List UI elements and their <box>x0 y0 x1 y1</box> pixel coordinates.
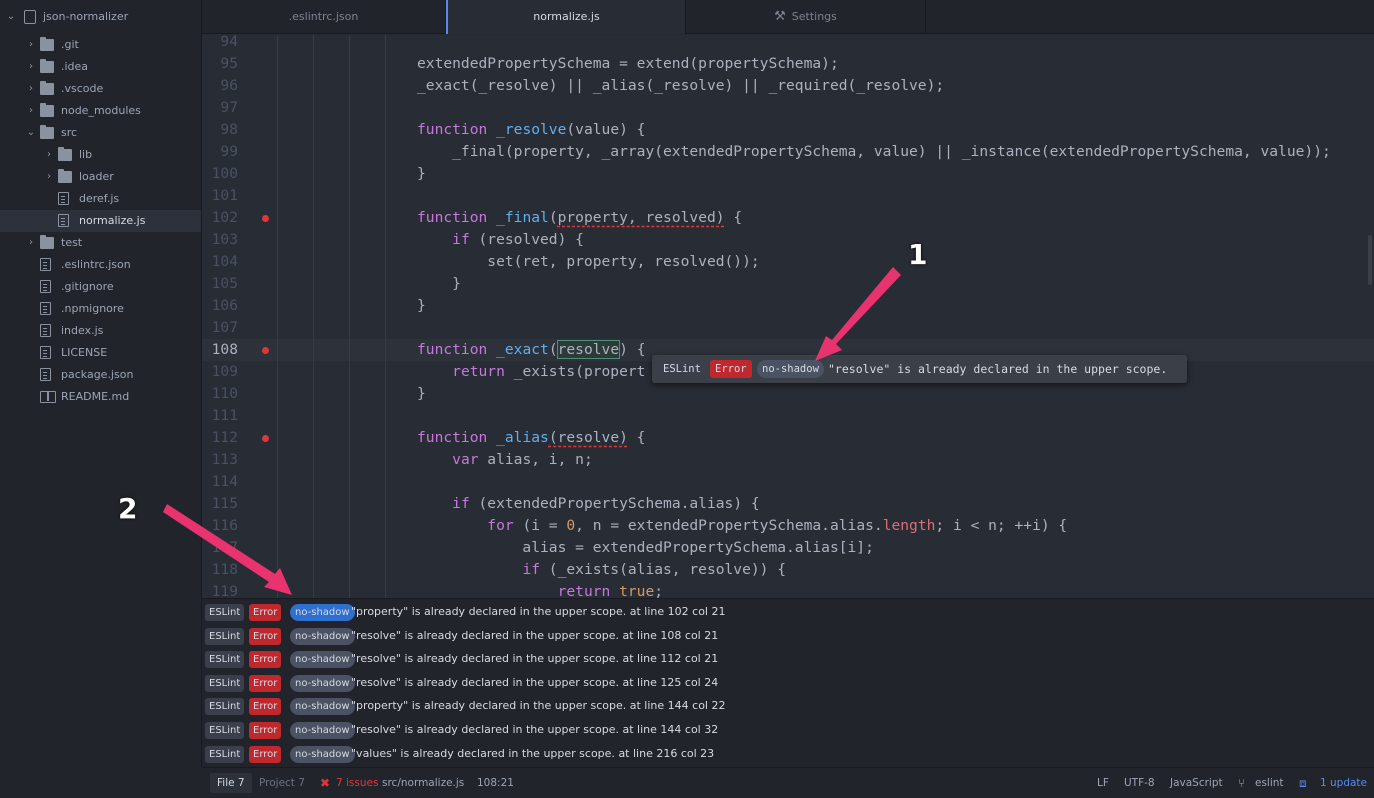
lint-message-row[interactable]: ESLint Error no-shadow "resolve" is already… <box>202 649 1374 669</box>
rule-badge[interactable]: no-shadow <box>290 745 355 763</box>
lint-message: "values" is already declared in the uppe… <box>351 746 715 760</box>
lint-location[interactable]: at line 112 col 21 <box>623 652 719 665</box>
arrow-2 <box>163 504 292 595</box>
status-line-ending[interactable]: LF <box>1097 768 1109 798</box>
git-branch-icon: ⑂ <box>1238 776 1246 790</box>
lint-message: "resolve" is already declared in the upp… <box>351 723 719 736</box>
status-branch[interactable]: eslint <box>1255 768 1284 798</box>
lint-message: "property" is already declared in the up… <box>351 605 726 618</box>
lint-message-row[interactable]: ESLint Error no-shadow "resolve" is already… <box>202 720 1374 740</box>
rule-badge[interactable]: no-shadow <box>290 651 355 669</box>
lint-message-row[interactable]: ESLint Error no-shadow "resolve" is already… <box>202 673 1374 693</box>
annotation-2: 2 <box>118 492 138 525</box>
arrow-1 <box>815 267 901 361</box>
status-grammar[interactable]: JavaScript <box>1170 768 1223 798</box>
linter-badge: ESLint <box>205 604 245 621</box>
status-project-tab[interactable]: Project 7 <box>252 773 312 793</box>
lint-message-row[interactable]: ESLint Error no-shadow "property" is alread… <box>202 602 1374 622</box>
status-encoding[interactable]: UTF-8 <box>1124 768 1155 798</box>
severity-badge: Error <box>249 698 282 716</box>
rule-badge[interactable]: no-shadow <box>290 674 355 692</box>
linter-panel: ESLint Error no-shadow "property" is alread… <box>202 598 1374 767</box>
rule-badge[interactable]: no-shadow <box>290 722 355 739</box>
status-update[interactable]: 1 update <box>1320 768 1367 798</box>
linter-badge: ESLint <box>205 674 245 692</box>
lint-location[interactable]: at line 108 col 21 <box>623 629 719 642</box>
annotation-1: 1 <box>908 238 928 271</box>
lint-location[interactable]: at line 125 col 24 <box>623 676 719 689</box>
linter-badge: ESLint <box>205 722 245 739</box>
severity-badge: Error <box>249 651 282 669</box>
package-icon: ⧈ <box>1299 776 1307 790</box>
linter-badge: ESLint <box>205 698 245 716</box>
linter-badge: ESLint <box>205 651 245 669</box>
lint-message: "resolve" is already declared in the upp… <box>351 675 719 689</box>
severity-badge: Error <box>249 627 282 645</box>
linter-badge: ESLint <box>205 745 245 763</box>
rule-badge[interactable]: no-shadow <box>290 627 355 645</box>
lint-location[interactable]: at line 102 col 21 <box>630 605 726 618</box>
status-cursor-position[interactable]: 108:21 <box>477 768 514 798</box>
lint-message-row[interactable]: ESLint Error no-shadow "values" is already … <box>202 744 1374 764</box>
status-file-tab[interactable]: File 7 <box>210 773 252 793</box>
lint-message-row[interactable]: ESLint Error no-shadow "property" is alread… <box>202 696 1374 716</box>
rule-badge[interactable]: no-shadow <box>290 604 355 621</box>
lint-message-row[interactable]: ESLint Error no-shadow "resolve" is already… <box>202 626 1374 646</box>
error-x-icon: ✖ <box>320 776 331 790</box>
linter-badge: ESLint <box>205 627 245 645</box>
lint-location[interactable]: at line 216 col 23 <box>618 747 714 760</box>
lint-message: "property" is already declared in the up… <box>351 699 726 713</box>
lint-location[interactable]: at line 144 col 22 <box>630 699 726 712</box>
status-file-path[interactable]: src/normalize.js <box>382 768 464 798</box>
status-bar: File 7 Project 7 ✖ 7 issues src/normaliz… <box>202 767 1374 798</box>
rule-badge[interactable]: no-shadow <box>290 698 355 716</box>
severity-badge: Error <box>249 604 282 621</box>
severity-badge: Error <box>249 722 282 739</box>
lint-message: "resolve" is already declared in the upp… <box>351 652 719 666</box>
severity-badge: Error <box>249 674 282 692</box>
severity-badge: Error <box>249 745 282 763</box>
lint-location[interactable]: at line 144 col 32 <box>623 723 719 736</box>
lint-message: "resolve" is already declared in the upp… <box>351 628 719 642</box>
status-issues[interactable]: 7 issues <box>336 768 378 798</box>
